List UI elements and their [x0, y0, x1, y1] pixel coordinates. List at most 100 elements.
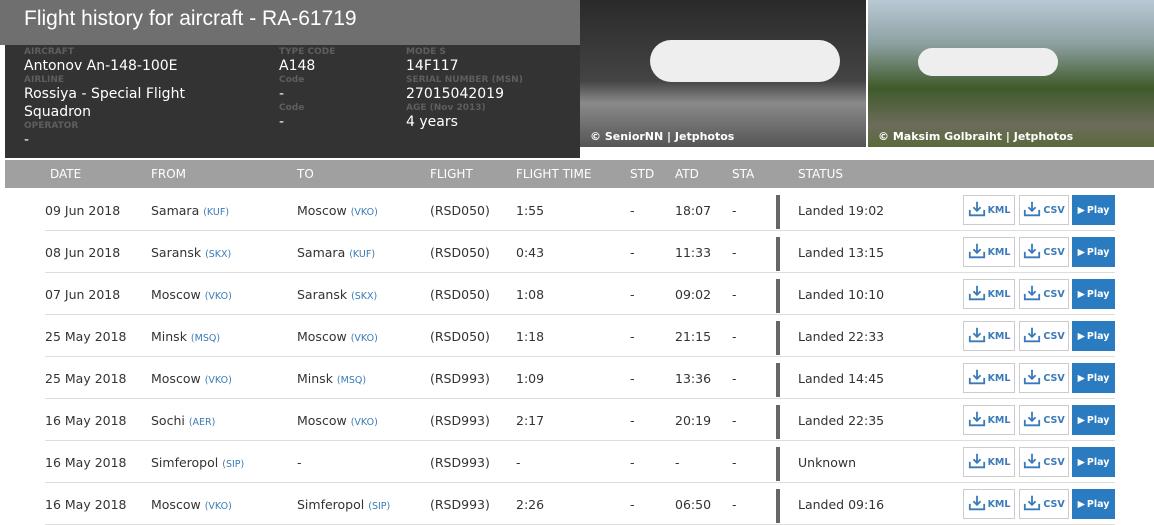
play-button[interactable]: ▶ Play — [1072, 447, 1115, 477]
date: 08 Jun 2018 — [45, 245, 121, 260]
download-icon — [1023, 284, 1041, 305]
to-code[interactable]: (SIP) — [368, 501, 390, 512]
atd: 06:50 — [675, 497, 712, 512]
download-icon — [1023, 410, 1041, 431]
status: Landed 19:02 — [798, 203, 885, 218]
from-code[interactable]: (VKO) — [205, 291, 232, 302]
age-label: AGE (Nov 2013) — [406, 103, 486, 113]
kml-download-button[interactable]: KML — [963, 363, 1015, 393]
status: Landed 10:10 — [798, 287, 885, 302]
csv-download-button[interactable]: CSV — [1019, 363, 1069, 393]
date: 25 May 2018 — [45, 371, 127, 386]
code-value: - — [279, 114, 285, 130]
kml-download-button[interactable]: KML — [963, 195, 1015, 225]
status: Landed 14:45 — [798, 371, 885, 386]
kml-download-button[interactable]: KML — [963, 279, 1015, 309]
status: Landed 22:33 — [798, 329, 885, 344]
status-indicator — [776, 195, 780, 229]
from: Sochi (AER) — [151, 413, 215, 428]
date: 09 Jun 2018 — [45, 203, 121, 218]
std: - — [630, 371, 635, 386]
play-icon: ▶ — [1077, 498, 1085, 510]
play-button[interactable]: ▶ Play — [1072, 279, 1115, 309]
download-icon — [1023, 494, 1041, 515]
kml-download-button[interactable]: KML — [963, 447, 1015, 477]
flight-number[interactable]: (RSD050) — [430, 245, 490, 260]
from-code[interactable]: (KUF) — [203, 207, 229, 218]
msn-value: 27015042019 — [406, 86, 504, 102]
to-city: Saransk — [297, 287, 348, 302]
to-code[interactable]: (VKO) — [351, 417, 378, 428]
kml-download-button[interactable]: KML — [963, 321, 1015, 351]
play-button[interactable]: ▶ Play — [1072, 363, 1115, 393]
play-button[interactable]: ▶ Play — [1072, 405, 1115, 435]
csv-download-button[interactable]: CSV — [1019, 321, 1069, 351]
to-code[interactable]: (VKO) — [351, 207, 378, 218]
flight-number[interactable]: (RSD993) — [430, 371, 490, 386]
column-header: STATUS — [798, 167, 844, 181]
code-label: Code — [279, 103, 305, 113]
msn-label: SERIAL NUMBER (MSN) — [406, 75, 523, 85]
from: Saransk (SKX) — [151, 245, 231, 260]
flight-time: 2:17 — [516, 413, 545, 428]
sta: - — [732, 329, 737, 344]
from-code[interactable]: (SIP) — [222, 459, 244, 470]
csv-download-button[interactable]: CSV — [1019, 447, 1069, 477]
play-button[interactable]: ▶ Play — [1072, 489, 1115, 519]
from-city: Minsk — [151, 329, 187, 344]
aircraft-value: Antonov An-148-100E — [24, 58, 178, 74]
csv-download-button[interactable]: CSV — [1019, 195, 1069, 225]
flight-number[interactable]: (RSD993) — [430, 455, 490, 470]
table-row: 07 Jun 2018 Moscow (VKO) Saransk (SKX) (… — [45, 273, 1115, 315]
from-code[interactable]: (MSQ) — [191, 333, 220, 344]
play-button[interactable]: ▶ Play — [1072, 321, 1115, 351]
from: Minsk (MSQ) — [151, 329, 220, 344]
flight-number[interactable]: (RSD050) — [430, 287, 490, 302]
date: 16 May 2018 — [45, 497, 127, 512]
aircraft-photo[interactable]: © Maksim Golbraiht | Jetphotos — [868, 0, 1154, 147]
kml-download-button[interactable]: KML — [963, 405, 1015, 435]
table-row: 16 May 2018 Sochi (AER) Moscow (VKO) (RS… — [45, 399, 1115, 441]
status: Landed 13:15 — [798, 245, 885, 260]
to: Minsk (MSQ) — [297, 371, 366, 386]
play-button[interactable]: ▶ Play — [1072, 195, 1115, 225]
flight-number[interactable]: (RSD050) — [430, 203, 490, 218]
sta: - — [732, 371, 737, 386]
play-icon: ▶ — [1077, 414, 1085, 426]
atd: 09:02 — [675, 287, 712, 302]
from: Moscow (VKO) — [151, 371, 232, 386]
from-code[interactable]: (VKO) — [205, 375, 232, 386]
csv-download-button[interactable]: CSV — [1019, 279, 1069, 309]
from-city: Moscow — [151, 371, 201, 386]
from-code[interactable]: (SKX) — [205, 249, 231, 260]
to-city: - — [297, 455, 302, 470]
to-code[interactable]: (KUF) — [349, 249, 375, 260]
to-city: Moscow — [297, 413, 347, 428]
kml-download-button[interactable]: KML — [963, 237, 1015, 267]
from-city: Samara — [151, 203, 200, 218]
to: Saransk (SKX) — [297, 287, 377, 302]
to-code[interactable]: (MSQ) — [337, 375, 366, 386]
from-code[interactable]: (AER) — [189, 417, 216, 428]
to-code[interactable]: (SKX) — [351, 291, 377, 302]
flight-time: 1:18 — [516, 329, 545, 344]
to: Samara (KUF) — [297, 245, 375, 260]
kml-download-button[interactable]: KML — [963, 489, 1015, 519]
flight-number[interactable]: (RSD050) — [430, 329, 490, 344]
csv-download-button[interactable]: CSV — [1019, 405, 1069, 435]
csv-download-button[interactable]: CSV — [1019, 237, 1069, 267]
play-button[interactable]: ▶ Play — [1072, 237, 1115, 267]
aircraft-photo[interactable]: © SeniorNN | Jetphotos — [580, 0, 866, 147]
sta: - — [732, 203, 737, 218]
from-code[interactable]: (VKO) — [205, 501, 232, 512]
to-code[interactable]: (VKO) — [351, 333, 378, 344]
flight-number[interactable]: (RSD993) — [430, 413, 490, 428]
column-header: FROM — [151, 167, 187, 181]
to: Moscow (VKO) — [297, 203, 378, 218]
csv-download-button[interactable]: CSV — [1019, 489, 1069, 519]
flight-number[interactable]: (RSD993) — [430, 497, 490, 512]
sta: - — [732, 455, 737, 470]
sta: - — [732, 413, 737, 428]
download-icon — [1023, 200, 1041, 221]
aircraft-info: AIRCRAFT Antonov An-148-100E AIRLINE Ros… — [5, 45, 580, 158]
